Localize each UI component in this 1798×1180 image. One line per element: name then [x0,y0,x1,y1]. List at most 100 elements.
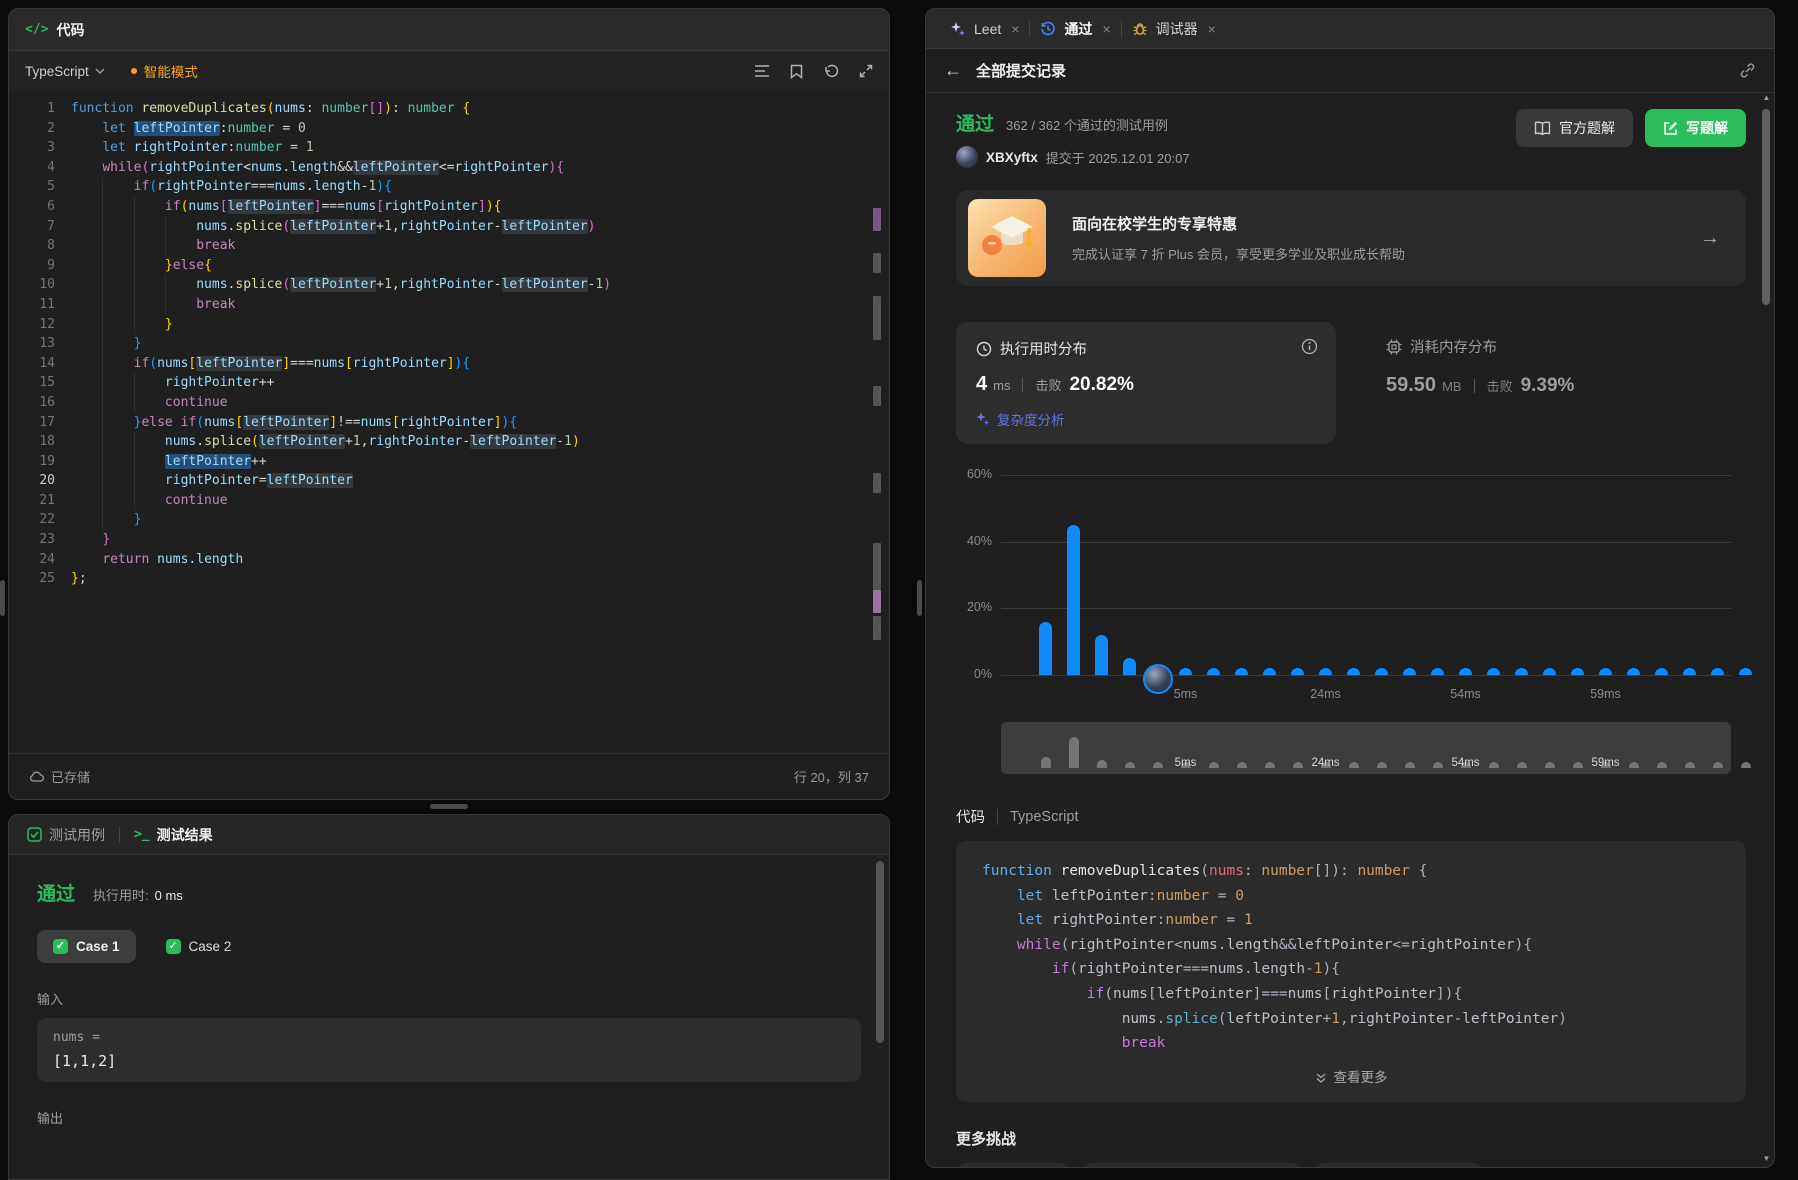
runtime-bar-24[interactable] [1711,668,1724,675]
minimap-x-label: 59ms [1581,757,1631,769]
complexity-analysis-label: 复杂度分析 [997,409,1065,429]
code-editor-content[interactable]: 1function removeDuplicates(nums: number[… [9,91,867,747]
code-line-21: 21 continue [9,491,867,511]
runtime-bar-23[interactable] [1683,668,1696,675]
cloud-saved-icon [29,771,44,782]
runtime-bar-17[interactable] [1515,668,1528,675]
code-line-17: 17 }else if(nums[leftPointer]!==nums[rig… [9,413,867,433]
left-resize-handle[interactable] [0,580,5,616]
editor-toolbar: TypeScript 智能模式 [9,51,889,91]
runtime-bar-14[interactable] [1431,668,1444,675]
code-line-23: 23 } [9,530,867,550]
code-line-19: 19 leftPointer++ [9,452,867,472]
runtime-bar-18[interactable] [1543,668,1556,675]
runtime-bar-16[interactable] [1487,668,1500,675]
user-result-marker[interactable] [1143,664,1173,694]
runtime-bar-22[interactable] [1655,668,1668,675]
submitted-code-line-6: if(nums[leftPointer]===nums[rightPointer… [982,982,1720,1007]
runtime-bar-15[interactable] [1459,668,1472,675]
smart-mode-toggle[interactable]: 智能模式 [131,61,198,81]
tab-leet[interactable]: Leet × [940,21,1029,37]
challenge-chip-2[interactable]: 80. 删除有序数组中的重复项 II [1083,1163,1301,1168]
runtime-bar-5[interactable] [1179,668,1192,675]
tab-debugger[interactable]: 调试器 × [1122,19,1226,39]
write-solution-button[interactable]: 写题解 [1645,109,1746,147]
case-2-label: Case 2 [189,939,232,954]
runtime-bar-11[interactable] [1347,668,1360,675]
code-icon: </> [25,22,48,37]
runtime-bar-8[interactable] [1263,668,1276,675]
gridline [1001,475,1731,476]
challenge-chip-3[interactable]: 2460. 对数组执行操作 [1315,1163,1483,1168]
format-lines-icon[interactable] [754,64,770,78]
bookmark-icon[interactable] [790,64,803,79]
panel-resize-handle[interactable] [917,580,922,616]
beats-label: 击败 [1487,376,1513,395]
minimap-bar-25 [1741,762,1751,768]
case-1-chip[interactable]: ✓ Case 1 [37,930,136,963]
runtime-bar-10[interactable] [1319,668,1332,675]
username[interactable]: XBXyftx [986,150,1038,165]
runtime-bar-3[interactable] [1123,658,1136,675]
official-solution-button[interactable]: 官方题解 [1516,109,1633,147]
language-select[interactable]: TypeScript [25,64,105,79]
runtime-bar-20[interactable] [1599,668,1612,675]
minimap-bar-0 [1041,757,1051,768]
minimap-window[interactable]: 5ms24ms54ms59ms [1001,722,1731,774]
expand-icon[interactable] [859,64,873,78]
overview-ruler[interactable] [871,99,883,745]
tab-testcases[interactable]: 测试用例 [27,825,105,845]
line-number: 6 [9,197,55,217]
runtime-distribution-card[interactable]: 执行用时分布 4 ms 击败 20.82% 复杂度分析 [956,322,1336,444]
tab-pass[interactable]: 通过 × [1030,19,1120,39]
student-promo-banner[interactable]: 面向在校学生的专享特惠 完成认证享 7 折 Plus 会员，享受更多学业及职业成… [956,190,1746,286]
scroll-up-icon[interactable]: ▲ [1762,93,1771,102]
horizontal-resize-handle[interactable] [430,804,468,809]
input-var-value: [1,1,2] [53,1052,845,1070]
chart-minimap[interactable]: 5ms24ms54ms59ms [956,720,1746,780]
line-number: 3 [9,138,55,158]
complexity-analysis-link[interactable]: 复杂度分析 [976,409,1316,429]
undo-reset-icon[interactable] [823,64,839,79]
close-icon[interactable]: × [1208,21,1216,37]
code-line-1: 1function removeDuplicates(nums: number[… [9,99,867,119]
test-panel-scrollbar[interactable] [876,861,884,1043]
back-arrow-icon[interactable]: ← [944,60,962,81]
arrow-right-icon[interactable]: → [1700,227,1720,250]
runtime-bar-25[interactable] [1739,668,1752,675]
close-icon[interactable]: × [1011,21,1019,37]
runtime-bar-7[interactable] [1235,668,1248,675]
scrollbar-thumb[interactable] [1762,109,1770,305]
runtime-bar-19[interactable] [1571,668,1584,675]
view-more-button[interactable]: 查看更多 [982,1066,1720,1091]
info-icon[interactable] [1301,338,1318,355]
tab-testresult[interactable]: >_ 测试结果 [134,825,213,845]
ai-sparkle-icon [976,412,990,426]
runtime-bar-1[interactable] [1067,525,1080,675]
runtime-bar-12[interactable] [1375,668,1388,675]
line-number: 5 [9,177,55,197]
code-section-label: 代码 [956,806,985,827]
runtime-bar-21[interactable] [1627,668,1640,675]
runtime-bar-13[interactable] [1403,668,1416,675]
x-axis-label: 54ms [1438,687,1494,701]
tab-testcases-label: 测试用例 [49,825,105,845]
runtime-bar-6[interactable] [1207,668,1220,675]
minimap-bar-23 [1685,762,1695,768]
input-box[interactable]: nums = [1,1,2] [37,1018,861,1082]
runtime-bar-0[interactable] [1039,622,1052,675]
scroll-down-icon[interactable]: ▼ [1762,1154,1771,1163]
tests-passed-count: 362 / 362 个通过的测试用例 [1006,115,1168,134]
submitted-code-line-4: while(rightPointer<nums.length&&leftPoin… [982,933,1720,958]
link-icon[interactable] [1739,62,1756,79]
right-panel-scrollbar[interactable]: ▲ ▼ [1761,93,1772,1163]
challenge-chip-1[interactable]: 27. 移除元素 [956,1163,1069,1168]
case-2-chip[interactable]: ✓ Case 2 [162,930,236,963]
submission-verdict: 通过 [956,109,994,136]
runtime-card-title: 执行用时分布 [1000,338,1087,359]
memory-distribution-block[interactable]: 消耗内存分布 59.50 MB 击败 9.39% [1386,336,1574,397]
minimap-bar-13 [1405,762,1415,768]
runtime-bar-2[interactable] [1095,635,1108,675]
close-icon[interactable]: × [1102,21,1110,37]
runtime-bar-9[interactable] [1291,668,1304,675]
